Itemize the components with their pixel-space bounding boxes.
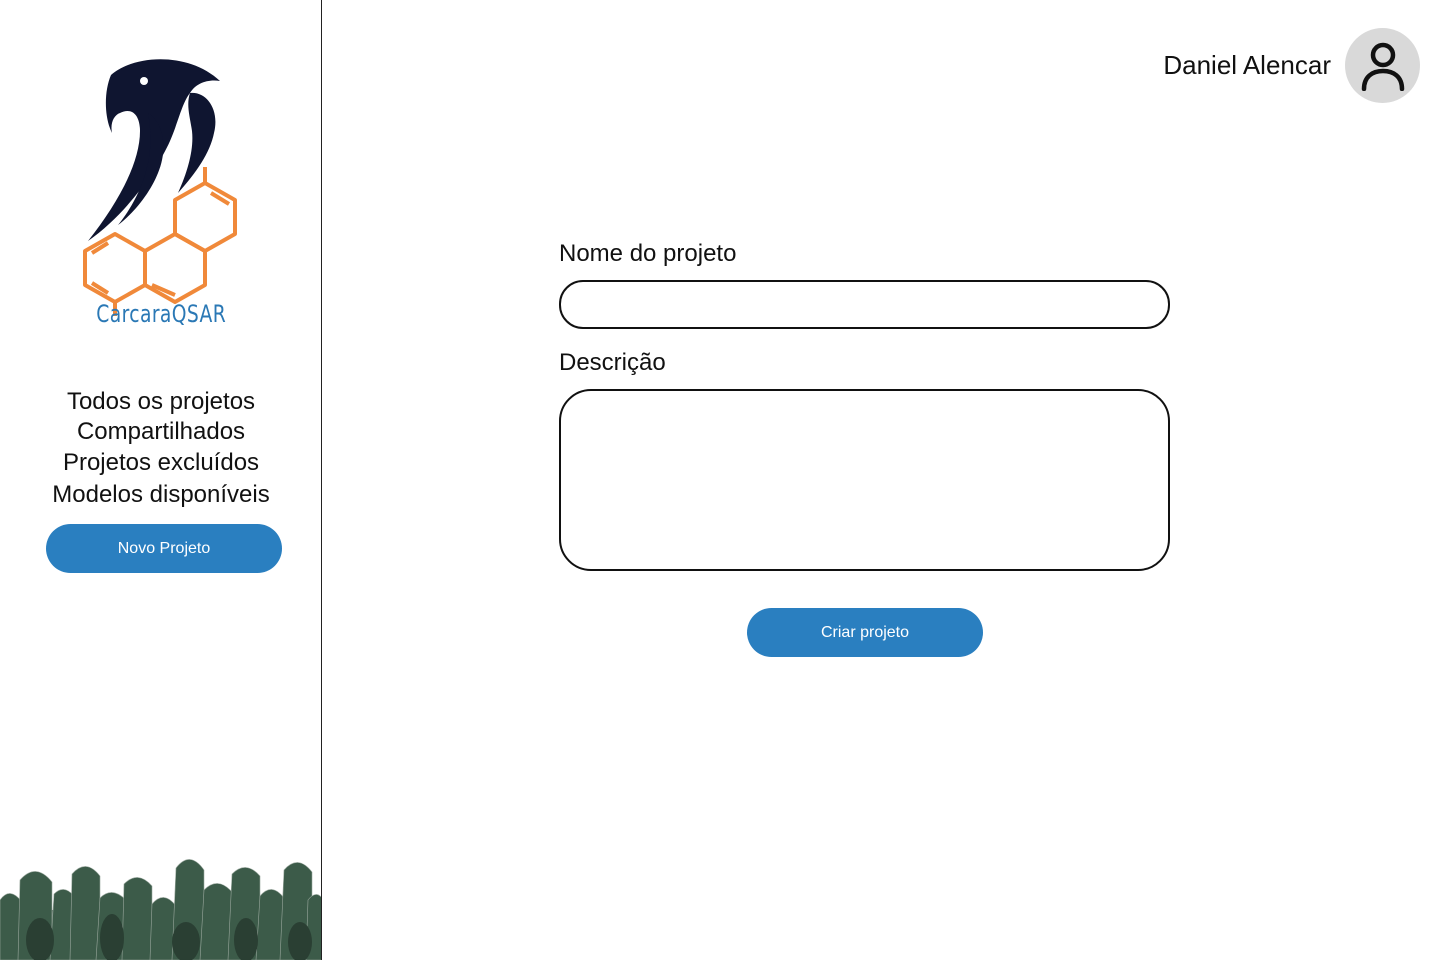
sidebar-item-todos-os-projetos[interactable]: Todos os projetos	[0, 386, 321, 417]
create-project-button[interactable]: Criar projeto	[747, 608, 983, 657]
user-menu[interactable]: Daniel Alencar	[1163, 28, 1420, 103]
project-name-label: Nome do projeto	[559, 240, 737, 267]
brand-name: CarcaraQSAR	[96, 300, 227, 328]
avatar[interactable]	[1345, 28, 1420, 103]
sidebar-nav: Todos os projetos Compartilhados Projeto…	[0, 386, 321, 510]
description-label: Descrição	[559, 349, 666, 376]
new-project-form: Nome do projeto Descrição	[559, 240, 1171, 571]
carcara-logo	[83, 59, 237, 316]
new-project-button[interactable]: Novo Projeto	[46, 524, 282, 573]
description-textarea[interactable]	[559, 389, 1170, 571]
sidebar-item-modelos-disponiveis[interactable]: Modelos disponíveis	[0, 479, 321, 510]
user-icon	[1361, 42, 1404, 91]
sidebar-item-compartilhados[interactable]: Compartilhados	[0, 417, 321, 447]
cactus-decoration	[0, 859, 321, 960]
user-name: Daniel Alencar	[1163, 50, 1331, 80]
sidebar: CarcaraQSAR Todos os projetos Compartilh…	[0, 0, 322, 960]
project-name-input[interactable]	[559, 280, 1170, 329]
sidebar-item-projetos-excluidos[interactable]: Projetos excluídos	[0, 447, 321, 479]
